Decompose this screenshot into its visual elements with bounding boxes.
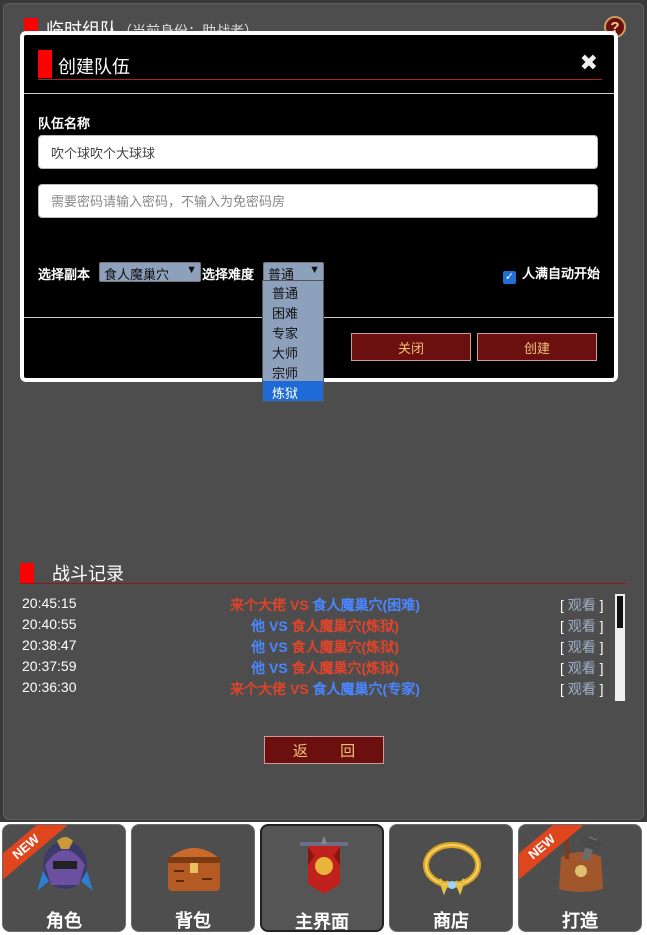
log-time: 20:38:47 (22, 637, 77, 653)
log-match: 来个大佬 VS 食人魔巢穴(困难) (100, 595, 550, 615)
log-time: 20:45:15 (22, 595, 77, 611)
log-row: 20:45:15 来个大佬 VS 食人魔巢穴(困难) [ 观看 ] (20, 593, 610, 614)
close-button[interactable]: 关闭 (351, 333, 471, 361)
nav-tab[interactable]: 打造 NEW (518, 824, 642, 932)
close-icon[interactable]: ✖ (580, 50, 598, 76)
password-input[interactable] (38, 184, 598, 218)
log-watch: [ 观看 ] (560, 679, 604, 699)
bracket: [ (560, 660, 564, 676)
difficulty-option[interactable]: 宗师 (263, 361, 323, 381)
battle-log-list: 20:45:15 来个大佬 VS 食人魔巢穴(困难) [ 观看 ] 20:40:55 他… (20, 593, 610, 703)
log-scroll-thumb[interactable] (617, 596, 623, 628)
difficulty-option[interactable]: 大师 (263, 341, 323, 361)
bracket: [ (560, 618, 564, 634)
auto-start-checkbox[interactable]: ✓ (502, 271, 516, 284)
auto-start-label: 人满自动开始 (521, 266, 600, 281)
create-button[interactable]: 创建 (477, 333, 597, 361)
difficulty-option[interactable]: 困难 (263, 301, 323, 321)
bracket: [ (560, 639, 564, 655)
team-name-input[interactable] (38, 135, 598, 169)
auto-start-option[interactable]: ✓ 人满自动开始 (502, 263, 600, 284)
chevron-down-icon: ▼ (309, 264, 320, 276)
bracket: [ (560, 597, 564, 613)
chest-icon (164, 835, 224, 897)
dungeon-select[interactable]: 食人魔巢穴 ▼ (99, 262, 201, 282)
log-challenger[interactable]: 来个大佬 (230, 597, 286, 613)
log-vs: VS (289, 597, 309, 613)
log-row: 20:40:55 他 VS 食人魔巢穴(炼狱) [ 观看 ] (20, 614, 610, 635)
log-opponent[interactable]: 食人魔巢穴(炼狱) (292, 639, 399, 655)
watch-link[interactable]: 观看 (568, 597, 596, 613)
difficulty-option[interactable]: 普通 (263, 281, 323, 301)
difficulty-select[interactable]: 普通 ▼ (263, 262, 324, 282)
bracket: ] (599, 639, 604, 655)
battle-log-header: 战斗记录 (20, 560, 626, 584)
battle-log-title: 战斗记录 (52, 564, 124, 584)
watch-link[interactable]: 观看 (568, 681, 596, 697)
nav-tab[interactable]: 角色 NEW (2, 824, 126, 932)
difficulty-option[interactable]: 炼狱 (263, 381, 323, 401)
dungeon-select-value: 食人魔巢穴 (104, 267, 170, 282)
log-vs: VS (268, 660, 288, 676)
bracket: [ (560, 681, 564, 697)
log-time: 20:36:30 (22, 679, 77, 695)
log-scrollbar[interactable] (615, 594, 625, 701)
back-button[interactable]: 返 回 (264, 736, 384, 764)
log-marker (20, 563, 34, 583)
log-opponent[interactable]: 食人魔巢穴(专家) (313, 681, 420, 697)
log-watch: [ 观看 ] (560, 637, 604, 657)
nav-tab-label: 打造 (562, 911, 598, 931)
modal-title: 创建队伍 (58, 57, 130, 77)
log-match: 他 VS 食人魔巢穴(炼狱) (100, 616, 550, 636)
watch-link[interactable]: 观看 (568, 618, 596, 634)
log-watch: [ 观看 ] (560, 595, 604, 615)
log-row: 20:36:30 来个大佬 VS 食人魔巢穴(专家) [ 观看 ] (20, 677, 610, 698)
log-challenger[interactable]: 来个大佬 (230, 681, 286, 697)
log-challenger[interactable]: 他 (251, 618, 265, 634)
log-vs: VS (289, 681, 309, 697)
bracket: ] (599, 618, 604, 634)
modal-title-marker (38, 50, 52, 78)
log-opponent[interactable]: 食人魔巢穴(炼狱) (292, 618, 399, 634)
log-vs: VS (268, 618, 288, 634)
log-watch: [ 观看 ] (560, 658, 604, 678)
team-name-label: 队伍名称 (38, 116, 91, 131)
modal-divider (24, 93, 614, 94)
necklace-icon (422, 835, 482, 897)
bracket: ] (599, 660, 604, 676)
nav-tab[interactable]: 主界面 (260, 824, 384, 932)
log-challenger[interactable]: 他 (251, 660, 265, 676)
log-time: 20:40:55 (22, 616, 77, 632)
nav-tab-label: 角色 (46, 911, 82, 931)
watch-link[interactable]: 观看 (568, 660, 596, 676)
nav-tab[interactable]: 背包 (131, 824, 255, 932)
log-challenger[interactable]: 他 (251, 639, 265, 655)
log-vs: VS (268, 639, 288, 655)
log-match: 他 VS 食人魔巢穴(炼狱) (100, 637, 550, 657)
watch-link[interactable]: 观看 (568, 639, 596, 655)
log-match: 来个大佬 VS 食人魔巢穴(专家) (100, 679, 550, 699)
difficulty-dropdown: 普通 困难 专家 大师 宗师 炼狱 (262, 280, 324, 402)
difficulty-option[interactable]: 专家 (263, 321, 323, 341)
bottom-nav: 角色 NEW 背包 主界面 商店 打造 NEW (0, 822, 647, 935)
log-row: 20:38:47 他 VS 食人魔巢穴(炼狱) [ 观看 ] (20, 635, 610, 656)
modal-header: 创建队伍 ✖ (38, 50, 602, 80)
nav-tab-label: 背包 (175, 911, 211, 931)
bracket: ] (599, 681, 604, 697)
log-watch: [ 观看 ] (560, 616, 604, 636)
dungeon-label: 选择副本 (38, 267, 91, 282)
chevron-down-icon: ▼ (186, 264, 197, 276)
nav-tab[interactable]: 商店 (389, 824, 513, 932)
log-match: 他 VS 食人魔巢穴(炼狱) (100, 658, 550, 678)
nav-tab-label: 主界面 (295, 912, 349, 932)
log-opponent[interactable]: 食人魔巢穴(炼狱) (292, 660, 399, 676)
log-row: 20:37:59 他 VS 食人魔巢穴(炼狱) [ 观看 ] (20, 656, 610, 677)
log-time: 20:37:59 (22, 658, 77, 674)
bracket: ] (599, 597, 604, 613)
banner-icon (294, 836, 354, 898)
nav-tab-label: 商店 (433, 911, 469, 931)
log-opponent[interactable]: 食人魔巢穴(困难) (313, 597, 420, 613)
difficulty-label: 选择难度 (202, 267, 255, 282)
